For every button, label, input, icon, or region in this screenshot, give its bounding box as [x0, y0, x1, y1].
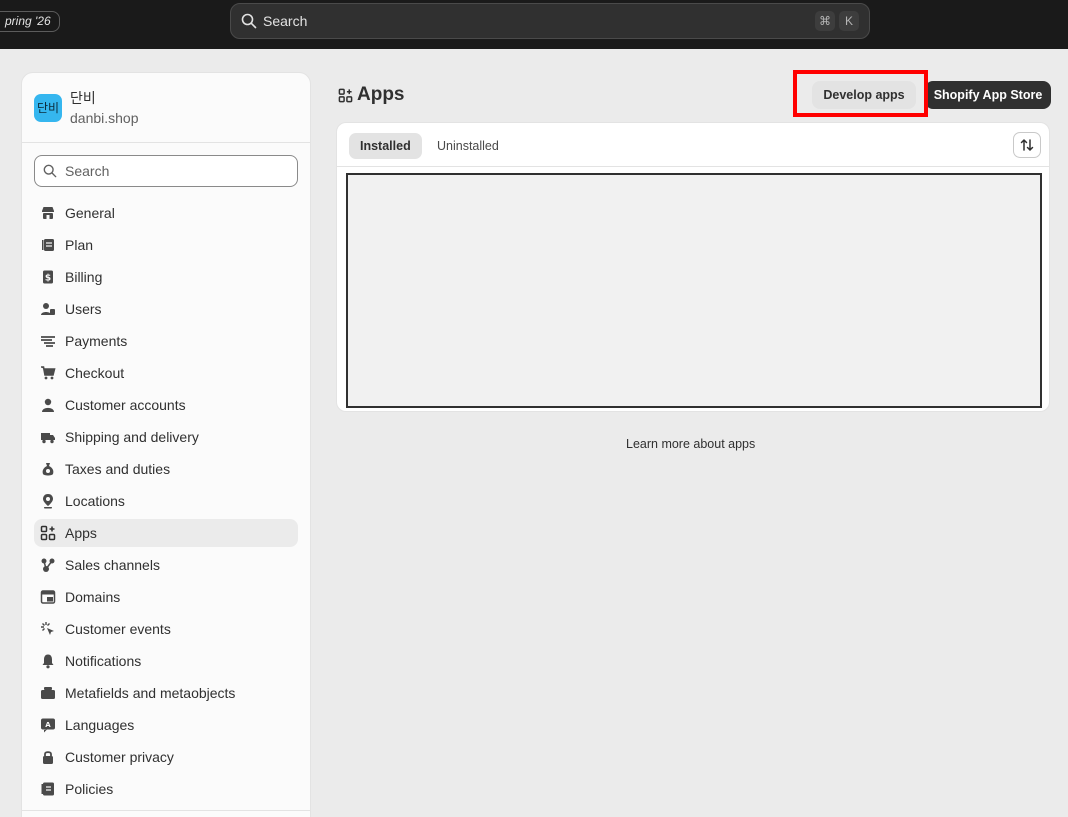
sidebar-item-label: Customer accounts [65, 397, 186, 413]
sidebar-item-label: Customer events [65, 621, 171, 637]
sidebar-item-domains[interactable]: Domains [34, 583, 298, 611]
highlight-box [793, 70, 928, 117]
sidebar-item-label: Payments [65, 333, 128, 349]
sidebar-item-customer-accounts[interactable]: Customer accounts [34, 391, 298, 419]
sidebar-item-payments[interactable]: Payments [34, 327, 298, 355]
sidebar-item-label: Plan [65, 237, 94, 253]
sidebar-item-policies[interactable]: Policies [34, 775, 298, 803]
metafields-icon [41, 687, 55, 699]
svg-text:A: A [45, 721, 51, 729]
shopify-app-store-button[interactable]: Shopify App Store [925, 81, 1051, 109]
edition-badge[interactable]: pring '26 [0, 11, 60, 32]
sidebar-divider [22, 810, 310, 811]
settings-nav: General Plan $ Billing Users Payments Ch… [22, 199, 310, 803]
search-icon [43, 164, 57, 178]
sidebar-item-checkout[interactable]: Checkout [34, 359, 298, 387]
svg-text:$: $ [45, 274, 51, 284]
store-domain: danbi.shop [70, 109, 139, 126]
policies-icon [41, 782, 54, 796]
sidebar-item-label: Customer privacy [65, 749, 174, 765]
apps-icon [40, 525, 56, 541]
sidebar-item-label: Sales channels [65, 557, 160, 573]
person-icon [42, 398, 54, 412]
truck-icon [41, 433, 55, 444]
apps-card: Installed Uninstalled [336, 122, 1050, 412]
settings-search-input[interactable]: Search [34, 155, 298, 187]
apps-tabs: Installed Uninstalled [337, 123, 1049, 167]
payments-icon [41, 336, 55, 347]
settings-sidebar: 단비 단비 danbi.shop Search General Plan $ B… [21, 72, 311, 817]
tab-installed[interactable]: Installed [349, 133, 422, 159]
global-search-bar[interactable]: Search ⌘ K [230, 3, 870, 39]
store-name: 단비 [70, 89, 96, 106]
sidebar-item-languages[interactable]: A Languages [34, 711, 298, 739]
sidebar-item-label: Billing [65, 269, 103, 285]
billing-icon: $ [43, 270, 53, 284]
sort-arrows-icon [1020, 138, 1034, 152]
page-title: Apps [357, 84, 405, 105]
sidebar-item-customer-events[interactable]: Customer events [34, 615, 298, 643]
domains-icon [40, 590, 56, 604]
money-bag-icon [42, 463, 54, 476]
sidebar-item-shipping-and-delivery[interactable]: Shipping and delivery [34, 423, 298, 451]
sidebar-item-sales-channels[interactable]: Sales channels [34, 551, 298, 579]
sidebar-item-billing[interactable]: $ Billing [34, 263, 298, 291]
users-icon [41, 303, 55, 315]
plan-icon [42, 239, 54, 251]
sidebar-item-label: Apps [65, 525, 97, 541]
bell-icon [42, 654, 54, 669]
language-icon: A [41, 718, 55, 733]
sidebar-item-taxes-and-duties[interactable]: Taxes and duties [34, 455, 298, 483]
sidebar-item-users[interactable]: Users [34, 295, 298, 323]
cart-icon [41, 366, 56, 380]
sidebar-item-apps[interactable]: Apps [34, 519, 298, 547]
location-pin-icon [43, 494, 53, 509]
sidebar-item-locations[interactable]: Locations [34, 487, 298, 515]
sidebar-item-label: Checkout [65, 365, 125, 381]
sidebar-item-customer-privacy[interactable]: Customer privacy [34, 743, 298, 771]
global-search-placeholder: Search [263, 13, 308, 29]
tab-uninstalled[interactable]: Uninstalled [426, 133, 510, 159]
sidebar-item-notifications[interactable]: Notifications [34, 647, 298, 675]
sidebar-item-label: Locations [65, 493, 125, 509]
store-avatar: 단비 [34, 93, 62, 122]
sort-button[interactable] [1013, 132, 1041, 158]
store-icon [42, 207, 54, 219]
lock-icon [43, 751, 53, 764]
sidebar-item-label: Shipping and delivery [65, 429, 199, 445]
sidebar-item-label: Metafields and metaobjects [65, 685, 236, 701]
sidebar-item-plan[interactable]: Plan [34, 231, 298, 259]
page-header: Apps [338, 84, 405, 106]
sidebar-item-general[interactable]: General [34, 199, 298, 227]
settings-search-placeholder: Search [65, 163, 110, 179]
sidebar-item-label: Notifications [65, 653, 142, 669]
installed-apps-list [346, 173, 1042, 408]
cursor-click-icon [41, 622, 54, 635]
sidebar-item-label: Languages [65, 717, 135, 733]
k-key-hint: K [839, 11, 859, 31]
sidebar-item-label: General [65, 205, 115, 221]
learn-more-link[interactable]: Learn more about apps [626, 437, 755, 451]
sidebar-item-metafields-and-metaobjects[interactable]: Metafields and metaobjects [34, 679, 298, 707]
sidebar-item-label: Policies [65, 781, 114, 797]
sidebar-item-label: Users [65, 301, 102, 317]
sales-channels-icon [41, 558, 55, 572]
sidebar-item-label: Domains [65, 589, 121, 605]
sidebar-item-label: Taxes and duties [65, 461, 171, 477]
command-key-hint: ⌘ [815, 11, 835, 31]
search-icon [241, 13, 257, 29]
apps-icon [338, 88, 353, 102]
top-bar: pring '26 Search ⌘ K [0, 0, 1068, 49]
store-header[interactable]: 단비 단비 danbi.shop [22, 73, 310, 143]
